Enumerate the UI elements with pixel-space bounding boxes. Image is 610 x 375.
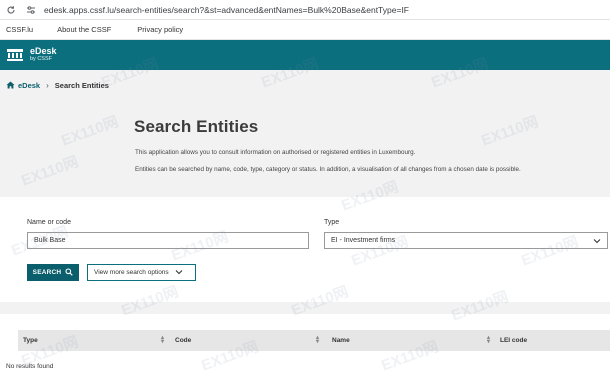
breadcrumb-edesk[interactable]: eDesk (18, 81, 40, 90)
type-select-value: EI - Investment firms (331, 237, 396, 244)
column-type-label: Type (23, 337, 38, 344)
chevron-down-icon (175, 268, 183, 278)
reload-icon[interactable] (4, 3, 18, 17)
home-icon[interactable] (6, 81, 15, 89)
column-lei[interactable]: LEI code (500, 330, 600, 351)
search-button[interactable]: SEARCH (27, 264, 79, 281)
browser-url-bar: edesk.apps.cssf.lu/search-entities/searc… (0, 0, 610, 20)
no-results-text: No results found (6, 363, 54, 370)
sort-icon: ▴ ▾ (161, 335, 165, 345)
search-icon (65, 267, 74, 278)
column-lei-label: LEI code (500, 337, 528, 344)
name-input[interactable]: Bulk Base (27, 232, 309, 249)
name-field-label: Name or code (27, 219, 71, 226)
intro-paragraph-1: This application allows you to consult i… (135, 149, 416, 156)
brand-title: eDesk (30, 46, 57, 57)
type-select[interactable]: EI - Investment firms (324, 232, 608, 249)
column-name-label: Name (332, 337, 350, 344)
brand-name[interactable]: eDesk by CSSF (30, 47, 57, 63)
breadcrumb-current: Search Entities (54, 80, 109, 90)
column-code-label: Code (175, 337, 192, 344)
sort-icon: ▴ ▾ (487, 335, 491, 345)
more-options-label: View more search options (94, 269, 169, 276)
results-table-header: Type ▴ ▾ Code ▴ ▾ Name ▴ ▾ LEI code (18, 330, 610, 351)
type-field-label: Type (324, 219, 340, 226)
breadcrumb: eDesk › Search Entities (0, 70, 610, 100)
nav-link-about[interactable]: About the CSSF (57, 25, 111, 34)
search-button-label: SEARCH (32, 269, 62, 276)
chevron-right-icon: › (46, 80, 49, 90)
address-bar[interactable]: edesk.apps.cssf.lu/search-entities/searc… (44, 5, 409, 15)
intro-section: Search Entities This application allows … (0, 100, 610, 195)
brand-subtitle: by CSSF (30, 56, 53, 63)
site-settings-icon[interactable] (24, 3, 38, 17)
sort-icon: ▴ ▾ (316, 335, 320, 345)
brand-header: eDesk by CSSF (0, 40, 610, 70)
chevron-down-icon (593, 237, 601, 247)
column-type[interactable]: Type ▴ ▾ (18, 330, 175, 351)
nav-link-cssf[interactable]: CSSF.lu (6, 25, 33, 34)
search-panel: Name or code Bulk Base Type EI - Investm… (0, 197, 610, 302)
column-code[interactable]: Code ▴ ▾ (175, 330, 332, 351)
more-options-button[interactable]: View more search options (87, 264, 196, 281)
page-title: Search Entities (134, 117, 259, 136)
results-panel: Type ▴ ▾ Code ▴ ▾ Name ▴ ▾ LEI code No resu… (0, 314, 610, 375)
nav-link-privacy[interactable]: Privacy policy (137, 25, 183, 34)
edesk-logo-icon[interactable] (5, 47, 25, 63)
column-name[interactable]: Name ▴ ▾ (332, 330, 500, 351)
top-navigation: CSSF.lu About the CSSF Privacy policy (0, 20, 610, 40)
intro-paragraph-2: Entities can be searched by name, code, … (135, 166, 521, 173)
